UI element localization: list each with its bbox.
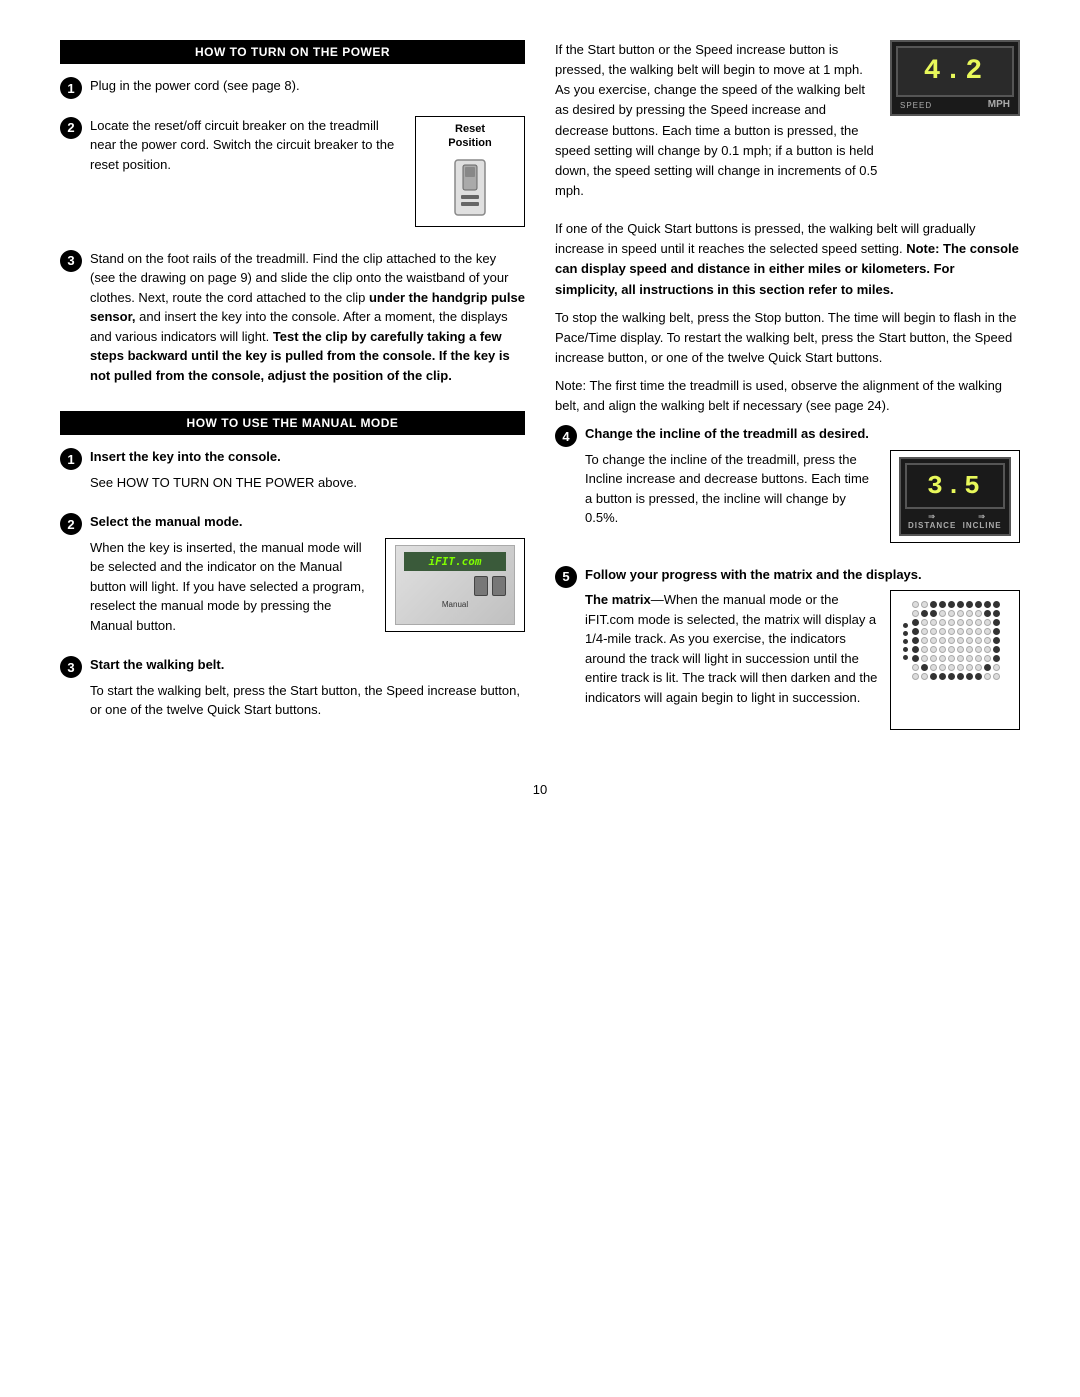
step1b-number: 1 <box>60 448 82 470</box>
console-image: iFIT.com Manual <box>395 545 515 625</box>
circuit-breaker-icon <box>445 155 495 220</box>
speed-unit: MPH <box>988 99 1010 110</box>
right-para3: To stop the walking belt, press the Stop… <box>555 308 1020 368</box>
step3b-number: 3 <box>60 656 82 678</box>
step2-number: 2 <box>60 117 82 139</box>
dist-incline-labels: ⇒ DISTANCE ⇒ INCLINE <box>905 512 1005 530</box>
step3-bold2: Test the clip by carefully taking a few … <box>90 329 510 383</box>
reset-position-figure: Reset Position <box>415 116 525 227</box>
step1b-title: Insert the key into the console. <box>90 447 525 467</box>
step3: 3 Stand on the foot rails of the treadmi… <box>60 249 525 392</box>
matrix-text: —When the manual mode or the iFIT.com mo… <box>585 592 877 705</box>
step5: 5 Follow your progress with the matrix a… <box>555 565 1020 739</box>
step2b-content: Select the manual mode. iFIT.com Manual <box>90 512 525 641</box>
matrix-dots-grid <box>912 601 1000 682</box>
step3-content: Stand on the foot rails of the treadmill… <box>90 249 525 392</box>
step2b: 2 Select the manual mode. iFIT.com <box>60 512 525 641</box>
matrix-figure <box>890 590 1020 730</box>
page-number: 10 <box>60 782 1020 797</box>
step3-bold1: under the handgrip pulse sensor, <box>90 290 525 325</box>
console-screen: iFIT.com <box>404 552 506 571</box>
step2-content: Reset Position Locate the reset/off c <box>90 116 525 235</box>
incline-lcd: 3.5 <box>905 463 1005 509</box>
speed-display-figure: 4.2 SPEED MPH <box>890 40 1020 116</box>
section1-header: HOW TO TURN ON THE POWER <box>60 40 525 64</box>
speed-label: SPEED <box>900 101 932 110</box>
step5-number: 5 <box>555 566 577 588</box>
reset-label2: Position <box>424 137 516 149</box>
step1-content: Plug in the power cord (see page 8). <box>90 76 525 102</box>
step2b-number: 2 <box>60 513 82 535</box>
right-para2: If one of the Quick Start buttons is pre… <box>555 219 1020 300</box>
dist-label: ⇒ DISTANCE <box>905 512 959 530</box>
step5-title: Follow your progress with the matrix and… <box>585 565 1020 585</box>
reset-label1: Reset <box>424 123 516 135</box>
right-para1: If the Start button or the Speed increas… <box>555 40 880 201</box>
right-para4: Note: The first time the treadmill is us… <box>555 376 1020 416</box>
step2b-title: Select the manual mode. <box>90 512 525 532</box>
step4-title: Change the incline of the treadmill as d… <box>585 424 1020 444</box>
manual-console-figure: iFIT.com Manual <box>385 538 525 632</box>
incline-label: ⇒ INCLINE <box>959 512 1005 530</box>
step1-number: 1 <box>60 77 82 99</box>
console-text: iFIT.com <box>429 555 482 568</box>
step4-number: 4 <box>555 425 577 447</box>
incline-display-figure: 3.5 ⇒ DISTANCE ⇒ INCLINE <box>890 450 1020 543</box>
step1b-sub: See HOW TO TURN ON THE POWER above. <box>90 473 525 493</box>
step3b-content: Start the walking belt. To start the wal… <box>90 655 525 726</box>
step1b-content: Insert the key into the console. See HOW… <box>90 447 525 498</box>
step4-content: Change the incline of the treadmill as d… <box>585 424 1020 551</box>
matrix-bold-title: The matrix <box>585 592 651 607</box>
step3b-title: Start the walking belt. <box>90 655 525 675</box>
step3-number: 3 <box>60 250 82 272</box>
step1-text: Plug in the power cord (see page 8). <box>90 76 525 96</box>
step3b-text: To start the walking belt, press the Sta… <box>90 681 525 720</box>
step4: 4 Change the incline of the treadmill as… <box>555 424 1020 551</box>
speed-lcd: 4.2 <box>896 46 1014 97</box>
step3b: 3 Start the walking belt. To start the w… <box>60 655 525 726</box>
step3-text: Stand on the foot rails of the treadmill… <box>90 249 525 386</box>
step1: 1 Plug in the power cord (see page 8). <box>60 76 525 102</box>
step1b: 1 Insert the key into the console. See H… <box>60 447 525 498</box>
step5-content: Follow your progress with the matrix and… <box>585 565 1020 739</box>
console-manual-label: Manual <box>396 600 514 609</box>
step2: 2 Reset Position <box>60 116 525 235</box>
section2-header: HOW TO USE THE MANUAL MODE <box>60 411 525 435</box>
